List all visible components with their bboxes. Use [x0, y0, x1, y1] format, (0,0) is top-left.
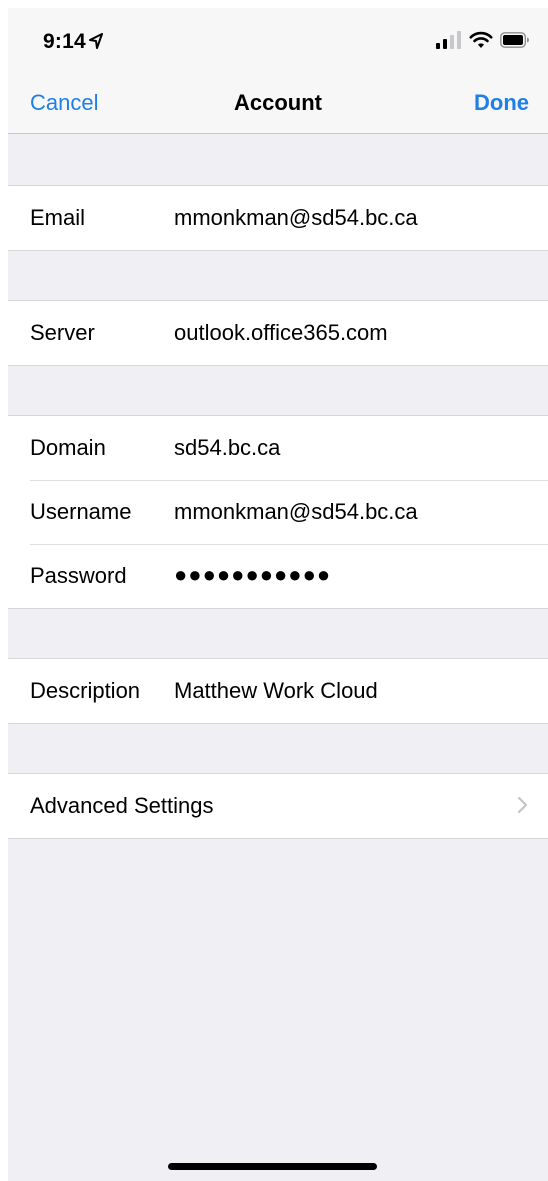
username-row[interactable]: Username mmonkman@sd54.bc.ca	[8, 480, 548, 544]
username-label: Username	[30, 499, 132, 524]
password-field[interactable]: ●●●●●●●●●●●	[174, 562, 331, 588]
description-field[interactable]: Matthew Work Cloud	[174, 678, 378, 704]
account-settings-screen: 9:14 Cancel Account Done Email mmonkman@…	[8, 8, 548, 1181]
domain-row[interactable]: Domain sd54.bc.ca	[8, 416, 548, 480]
description-row[interactable]: Description Matthew Work Cloud	[8, 659, 548, 723]
password-row[interactable]: Password ●●●●●●●●●●●	[8, 544, 548, 608]
status-time: 9:14	[43, 30, 103, 54]
advanced-settings-row[interactable]: Advanced Settings	[8, 774, 548, 838]
status-bar: 9:14	[8, 8, 548, 68]
server-group: Server outlook.office365.com	[8, 300, 548, 366]
done-button[interactable]: Done	[474, 90, 529, 116]
advanced-group: Advanced Settings	[8, 773, 548, 839]
description-label: Description	[30, 678, 141, 703]
credentials-group: Domain sd54.bc.ca Username mmonkman@sd54…	[8, 415, 548, 609]
username-field[interactable]: mmonkman@sd54.bc.ca	[174, 499, 418, 525]
status-icons	[436, 30, 530, 50]
email-row[interactable]: Email mmonkman@sd54.bc.ca	[8, 186, 548, 250]
chevron-right-icon	[517, 796, 528, 814]
navigation-bar: Cancel Account Done	[8, 68, 548, 134]
server-field[interactable]: outlook.office365.com	[174, 320, 388, 346]
battery-icon	[500, 32, 529, 48]
status-time-text: 9:14	[43, 30, 86, 53]
email-label: Email	[30, 205, 86, 230]
description-group: Description Matthew Work Cloud	[8, 658, 548, 724]
server-row[interactable]: Server outlook.office365.com	[8, 301, 548, 365]
email-group: Email mmonkman@sd54.bc.ca	[8, 185, 548, 251]
wifi-icon	[469, 31, 493, 48]
home-indicator[interactable]	[168, 1163, 377, 1170]
password-label: Password	[30, 563, 127, 588]
email-field[interactable]: mmonkman@sd54.bc.ca	[174, 205, 418, 231]
page-title: Account	[234, 90, 322, 115]
domain-label: Domain	[30, 435, 106, 460]
advanced-settings-label: Advanced Settings	[30, 793, 214, 818]
cellular-signal-icon	[436, 31, 461, 49]
server-label: Server	[30, 320, 95, 345]
domain-field[interactable]: sd54.bc.ca	[174, 435, 280, 461]
location-arrow-icon	[88, 33, 103, 49]
